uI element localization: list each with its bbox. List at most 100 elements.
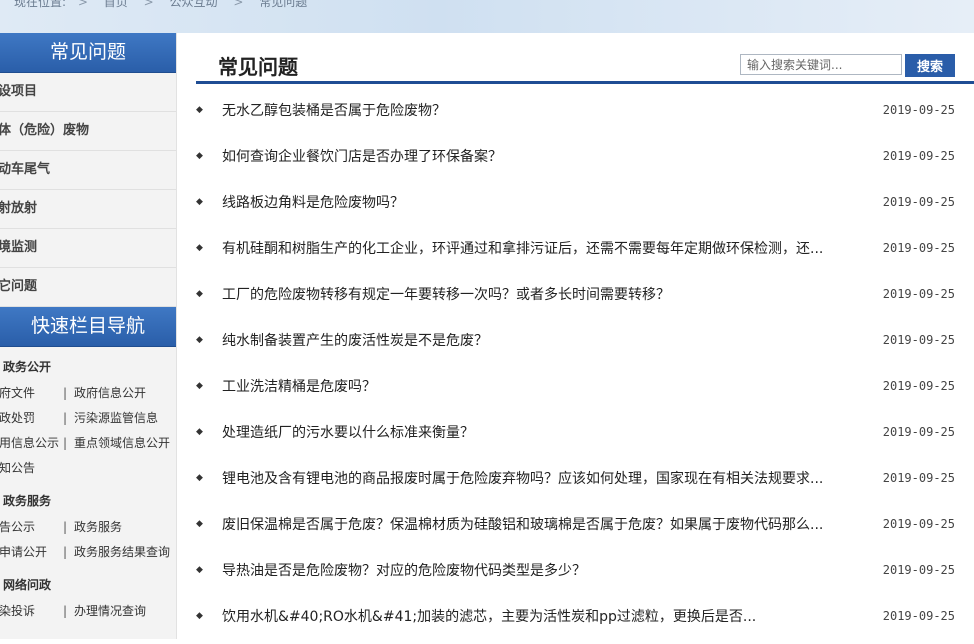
bullet-icon: ◆ [196, 519, 203, 529]
bullet-icon: ◆ [196, 151, 203, 161]
faq-list-item: ◆ 如何查询企业餐饮门店是否办理了环保备案？ 2019-09-25 [196, 138, 974, 184]
bullet-icon: ◆ [196, 335, 203, 345]
nav-group-title: 政务服务 [3, 494, 52, 508]
page-title: 常见问题 [218, 55, 298, 79]
sidebar-faq-list: 设项目 体（危险）废物 动车尾气 射放射 境监测 它问题 [0, 73, 176, 307]
faq-list-item: ◆ 有机硅酮和树脂生产的化工企业，环评通过和拿排污证后，还需不需要每年定期做环保检… [196, 230, 974, 276]
nav-link[interactable]: 染投诉 [0, 599, 35, 624]
nav-link[interactable]: 污染源监管信息 [74, 406, 158, 431]
sidebar-item-radiation[interactable]: 射放射 [0, 190, 176, 229]
nav-separator: | [63, 545, 68, 559]
nav-link[interactable]: 告公示 [0, 515, 35, 540]
faq-question-link[interactable]: 饮用水机&#40;RO水机&#41;加装的滤芯，主要为活性炭和pp过滤粒，更换后… [222, 606, 756, 626]
bullet-icon: ◆ [196, 565, 203, 575]
nav-link[interactable]: 用信息公示 [0, 431, 59, 456]
breadcrumb: 现在位置: > 首页 > 公众互动 > 常见问题 [14, 0, 307, 10]
nav-link[interactable]: 府文件 [0, 381, 35, 406]
nav-separator: | [63, 436, 68, 450]
breadcrumb-interaction-link[interactable]: 公众互动 [170, 0, 218, 10]
nav-row: 告公示 | 政务服务 [0, 515, 176, 540]
faq-list-item: ◆ 导热油是否是危险废物？对应的危险废物代码类型是多少？ 2019-09-25 [196, 552, 974, 598]
faq-list-item: ◆ 线路板边角料是危险废物吗？ 2019-09-25 [196, 184, 974, 230]
sidebar-item-label: 它问题 [0, 279, 38, 294]
faq-question-link[interactable]: 无水乙醇包装桶是否属于危险废物？ [222, 100, 446, 120]
nav-link[interactable]: 政处罚 [0, 406, 35, 431]
sidebar-item-vehicle-exhaust[interactable]: 动车尾气 [0, 151, 176, 190]
sidebar-item-label: 境监测 [0, 240, 38, 255]
faq-question-link[interactable]: 锂电池及含有锂电池的商品报废时属于危险废弃物吗？应该如何处理，国家现在有相关法规… [222, 468, 823, 488]
nav-group-title: 政务公开 [3, 360, 52, 374]
sidebar-item-label: 射放射 [0, 201, 38, 216]
nav-row: 申请公开 | 政务服务结果查询 [0, 540, 176, 565]
breadcrumb-separator: > [143, 0, 154, 9]
nav-link[interactable]: 政务服务结果查询 [74, 540, 170, 565]
bullet-icon: ◆ [196, 243, 203, 253]
faq-question-link[interactable]: 工厂的危险废物转移有规定一年要转移一次吗？或者多长时间需要转移？ [222, 284, 670, 304]
nav-separator: | [63, 604, 68, 618]
bullet-icon: ◆ [196, 381, 203, 391]
faq-date: 2019-09-25 [882, 425, 955, 439]
faq-date: 2019-09-25 [882, 609, 955, 623]
faq-list: ◆ 无水乙醇包装桶是否属于危险废物？ 2019-09-25 ◆ 如何查询企业餐饮门店是否… [196, 92, 974, 644]
faq-question-link[interactable]: 纯水制备装置产生的废活性炭是不是危废？ [222, 330, 488, 350]
faq-list-item: ◆ 工厂的危险废物转移有规定一年要转移一次吗？或者多长时间需要转移？ 2019-09… [196, 276, 974, 322]
nav-link[interactable]: 政府信息公开 [74, 381, 146, 406]
faq-date: 2019-09-25 [882, 379, 955, 393]
faq-date: 2019-09-25 [882, 333, 955, 347]
nav-row: 政处罚 | 污染源监管信息 [0, 406, 176, 431]
faq-list-item: ◆ 饮用水机&#40;RO水机&#41;加装的滤芯，主要为活性炭和pp过滤粒，更换… [196, 598, 974, 644]
title-divider [196, 81, 974, 84]
faq-list-item: ◆ 纯水制备装置产生的废活性炭是不是危废？ 2019-09-25 [196, 322, 974, 368]
nav-group-online-inquiry: 网络问政 染投诉 | 办理情况查询 [0, 571, 176, 624]
nav-separator: | [63, 411, 68, 425]
top-banner: 现在位置: > 首页 > 公众互动 > 常见问题 [0, 0, 974, 33]
faq-question-link[interactable]: 有机硅酮和树脂生产的化工企业，环评通过和拿排污证后，还需不需要每年定期做环保检测… [222, 238, 823, 258]
nav-row: 用信息公示 | 重点领域信息公开 [0, 431, 176, 456]
nav-link[interactable]: 政务服务 [74, 515, 122, 540]
faq-question-link[interactable]: 线路板边角料是危险废物吗？ [222, 192, 404, 212]
sidebar-item-monitoring[interactable]: 境监测 [0, 229, 176, 268]
nav-separator: | [63, 520, 68, 534]
bullet-icon: ◆ [196, 289, 203, 299]
breadcrumb-home-link[interactable]: 首页 [104, 0, 128, 10]
search-input[interactable] [740, 54, 902, 75]
breadcrumb-separator: > [233, 0, 244, 9]
nav-link[interactable]: 申请公开 [0, 540, 47, 565]
nav-link[interactable]: 重点领域信息公开 [74, 431, 170, 456]
sidebar-item-label: 体（危险）废物 [0, 123, 90, 138]
nav-row: 知公告 [0, 456, 176, 481]
faq-date: 2019-09-25 [882, 287, 955, 301]
nav-link[interactable]: 知公告 [0, 456, 35, 481]
sidebar-item-solid-waste[interactable]: 体（危险）废物 [0, 112, 176, 151]
bullet-icon: ◆ [196, 197, 203, 207]
faq-list-item: ◆ 工业洗洁精桶是危废吗？ 2019-09-25 [196, 368, 974, 414]
breadcrumb-separator: > [77, 0, 88, 9]
faq-date: 2019-09-25 [882, 517, 955, 531]
faq-question-link[interactable]: 导热油是否是危险废物？对应的危险废物代码类型是多少？ [222, 560, 586, 580]
nav-link[interactable]: 办理情况查询 [74, 599, 146, 624]
nav-group-gov-open: 政务公开 府文件 | 政府信息公开 政处罚 | 污染源监管信息 用信息公示 | … [0, 353, 176, 481]
faq-date: 2019-09-25 [882, 149, 955, 163]
nav-group-title: 网络问政 [3, 578, 52, 592]
sidebar-item-label: 动车尾气 [0, 162, 51, 177]
nav-group-gov-services: 政务服务 告公示 | 政务服务 申请公开 | 政务服务结果查询 [0, 487, 176, 565]
faq-list-item: ◆ 锂电池及含有锂电池的商品报废时属于危险废弃物吗？应该如何处理，国家现在有相关法… [196, 460, 974, 506]
faq-date: 2019-09-25 [882, 563, 955, 577]
faq-list-item: ◆ 废旧保温棉是否属于危废？保温棉材质为硅酸铝和玻璃棉是否属于危废？如果属于废物代… [196, 506, 974, 552]
faq-list-item: ◆ 无水乙醇包装桶是否属于危险废物？ 2019-09-25 [196, 92, 974, 138]
search-button[interactable]: 搜索 [905, 54, 955, 77]
faq-date: 2019-09-25 [882, 195, 955, 209]
faq-list-item: ◆ 处理造纸厂的污水要以什么标准来衡量？ 2019-09-25 [196, 414, 974, 460]
nav-separator: | [63, 386, 68, 400]
faq-date: 2019-09-25 [882, 241, 955, 255]
faq-date: 2019-09-25 [882, 103, 955, 117]
faq-question-link[interactable]: 如何查询企业餐饮门店是否办理了环保备案？ [222, 146, 502, 166]
breadcrumb-prefix: 现在位置: [14, 0, 67, 9]
faq-question-link[interactable]: 废旧保温棉是否属于危废？保温棉材质为硅酸铝和玻璃棉是否属于危废？如果属于废物代码… [222, 514, 823, 534]
faq-question-link[interactable]: 处理造纸厂的污水要以什么标准来衡量？ [222, 422, 474, 442]
faq-question-link[interactable]: 工业洗洁精桶是危废吗？ [222, 376, 376, 396]
sidebar-item-construction[interactable]: 设项目 [0, 73, 176, 112]
sidebar-item-other[interactable]: 它问题 [0, 268, 176, 307]
nav-row: 染投诉 | 办理情况查询 [0, 599, 176, 624]
bullet-icon: ◆ [196, 611, 203, 621]
